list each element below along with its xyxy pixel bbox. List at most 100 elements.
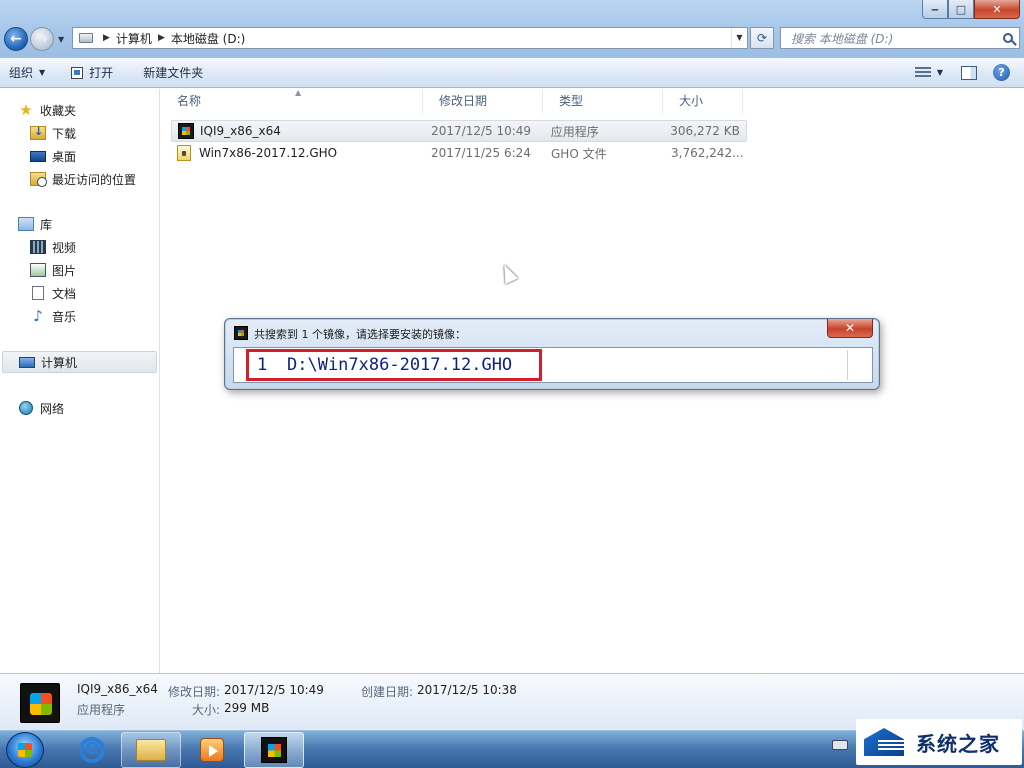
details-file-name: IQI9_x86_x64 [77, 682, 158, 696]
nav-computer-label: 计算机 [41, 355, 78, 370]
file-modified: 2017/11/25 6:24 [431, 146, 531, 160]
file-row[interactable]: Win7x86-2017.12.GHO 2017/11/25 6:24 GHO … [171, 142, 747, 164]
new-folder-button[interactable]: 新建文件夹 [134, 61, 212, 85]
command-bar: 组织 ▼ 打开 新建文件夹 ▼ ? [0, 58, 1024, 88]
start-button[interactable] [6, 732, 44, 768]
open-button[interactable]: 打开 [62, 61, 122, 85]
dialog-title: 共搜索到 1 个镜像，请选择要安装的镜像： [254, 328, 466, 341]
details-size-value: 299 MB [224, 701, 270, 715]
nav-documents-label: 文档 [52, 286, 77, 301]
music-note-icon: ♪ [33, 307, 43, 325]
recent-places-icon [30, 172, 47, 187]
breadcrumb-computer[interactable]: 计算机 [116, 30, 152, 47]
address-bar[interactable]: ▶ 计算机 ▶ 本地磁盘 (D:) ▼ [72, 27, 748, 49]
image-path: D:\Win7x86-2017.12.GHO [287, 355, 513, 375]
file-name: Win7x86-2017.12.GHO [199, 146, 338, 160]
chevron-down-icon: ▼ [39, 68, 46, 77]
nav-network-label: 网络 [40, 401, 65, 416]
taskbar-ghost-installer[interactable] [244, 732, 304, 768]
downloads-folder-icon [30, 125, 46, 140]
image-list: 1 D:\Win7x86-2017.12.GHO [233, 347, 873, 383]
image-select-dialog: 共搜索到 1 个镜像，请选择要安装的镜像： ✕ 1 D:\Win7x86-201… [224, 318, 880, 390]
refresh-icon: ⟳ [756, 31, 768, 45]
address-dropdown-icon[interactable]: ▼ [731, 28, 747, 48]
nav-favorites[interactable]: ★ 收藏夹 [18, 99, 176, 121]
watermark-logo: 系统之家 [856, 719, 1022, 765]
minimize-button[interactable]: ‒ [922, 0, 948, 19]
nav-pictures-label: 图片 [52, 263, 77, 278]
breadcrumb-separator-icon[interactable]: ▶ [103, 33, 110, 43]
column-header-type[interactable]: 类型 [543, 89, 663, 113]
ghost-app-icon [234, 326, 248, 340]
new-folder-label: 新建文件夹 [143, 66, 204, 80]
nav-computer[interactable]: 计算机 [2, 351, 157, 373]
navigation-pane: ★ 收藏夹 下载 桌面 最近访问的位置 库 视频 图片 文档 ♪ 音乐 计算机 … [0, 89, 160, 673]
search-placeholder: 搜索 本地磁盘 (D:) [791, 31, 894, 46]
watermark-text: 系统之家 [916, 731, 1000, 756]
computer-icon [19, 356, 35, 368]
picture-library-icon [30, 263, 46, 277]
taskbar-windows-explorer[interactable] [121, 732, 181, 768]
maximize-button[interactable]: □ [948, 0, 974, 19]
image-index: 1 [257, 355, 268, 375]
nav-desktop-label: 桌面 [52, 149, 77, 164]
details-created-value: 2017/12/5 10:38 [417, 683, 517, 697]
views-dropdown-icon[interactable]: ▼ [937, 68, 943, 77]
recent-pages-dropdown[interactable]: ▼ [58, 35, 64, 44]
details-modified-label: 修改日期: [168, 685, 221, 699]
refresh-button[interactable]: ⟳ [750, 27, 774, 49]
column-header-modified[interactable]: 修改日期 [423, 89, 543, 113]
file-row[interactable]: IQI9_x86_x64 2017/12/5 10:49 应用程序 306,27… [171, 120, 747, 142]
gho-file-icon [177, 145, 191, 161]
organize-label: 组织 [9, 66, 34, 80]
taskbar-internet-explorer[interactable] [62, 732, 122, 768]
keyboard-icon[interactable] [832, 740, 848, 750]
file-type: GHO 文件 [551, 146, 607, 161]
details-modified-value: 2017/12/5 10:49 [224, 683, 324, 697]
details-size-label: 大小: [192, 703, 221, 717]
details-file-type: 应用程序 [77, 703, 126, 717]
library-icon [18, 217, 34, 231]
dialog-close-button[interactable]: ✕ [827, 319, 873, 338]
open-icon [71, 66, 84, 79]
arrow-left-icon: ← [10, 31, 22, 47]
window-controls: ‒ □ ✕ [922, 0, 1020, 19]
file-name: IQI9_x86_x64 [200, 124, 281, 138]
column-header-name[interactable]: 名称 [161, 89, 423, 113]
desktop-icon [30, 150, 46, 162]
search-icon[interactable] [1003, 33, 1013, 43]
column-header-size[interactable]: 大小 [663, 89, 743, 113]
breadcrumb-separator-icon[interactable]: ▶ [158, 33, 165, 43]
media-player-icon [200, 738, 224, 762]
nav-libraries[interactable]: 库 [18, 213, 176, 235]
image-list-item[interactable]: 1 D:\Win7x86-2017.12.GHO [246, 349, 542, 381]
nav-network[interactable]: 网络 [18, 397, 176, 419]
taskbar-media-player[interactable] [182, 732, 242, 768]
sort-ascending-icon: ▲ [295, 88, 302, 97]
search-input[interactable]: 搜索 本地磁盘 (D:) [780, 27, 1020, 49]
file-modified: 2017/12/5 10:49 [431, 124, 532, 138]
star-icon: ★ [19, 101, 33, 119]
nav-videos-label: 视频 [52, 240, 77, 255]
organize-button[interactable]: 组织 ▼ [0, 61, 54, 85]
preview-pane-icon[interactable] [961, 65, 977, 80]
internet-explorer-icon [79, 735, 105, 763]
nav-recent-places-label: 最近访问的位置 [52, 172, 137, 187]
column-headers: 名称 修改日期 类型 大小 [161, 89, 743, 113]
close-button[interactable]: ✕ [974, 0, 1020, 19]
nav-downloads-label: 下载 [52, 126, 77, 141]
forward-button[interactable]: → [30, 27, 54, 51]
app-icon [20, 683, 60, 723]
help-icon[interactable]: ? [993, 64, 1010, 81]
breadcrumb-local-disk[interactable]: 本地磁盘 (D:) [171, 30, 245, 47]
document-library-icon [32, 286, 44, 300]
network-icon [19, 401, 33, 415]
folder-icon [136, 739, 166, 761]
nav-libraries-label: 库 [40, 217, 53, 232]
file-size: 3,762,242... [671, 146, 744, 160]
app-icon [178, 123, 194, 139]
back-button[interactable]: ← [4, 27, 28, 51]
change-view-icon[interactable] [914, 66, 931, 79]
details-created-label: 创建日期: [361, 685, 414, 699]
arrow-right-icon: → [36, 31, 48, 47]
